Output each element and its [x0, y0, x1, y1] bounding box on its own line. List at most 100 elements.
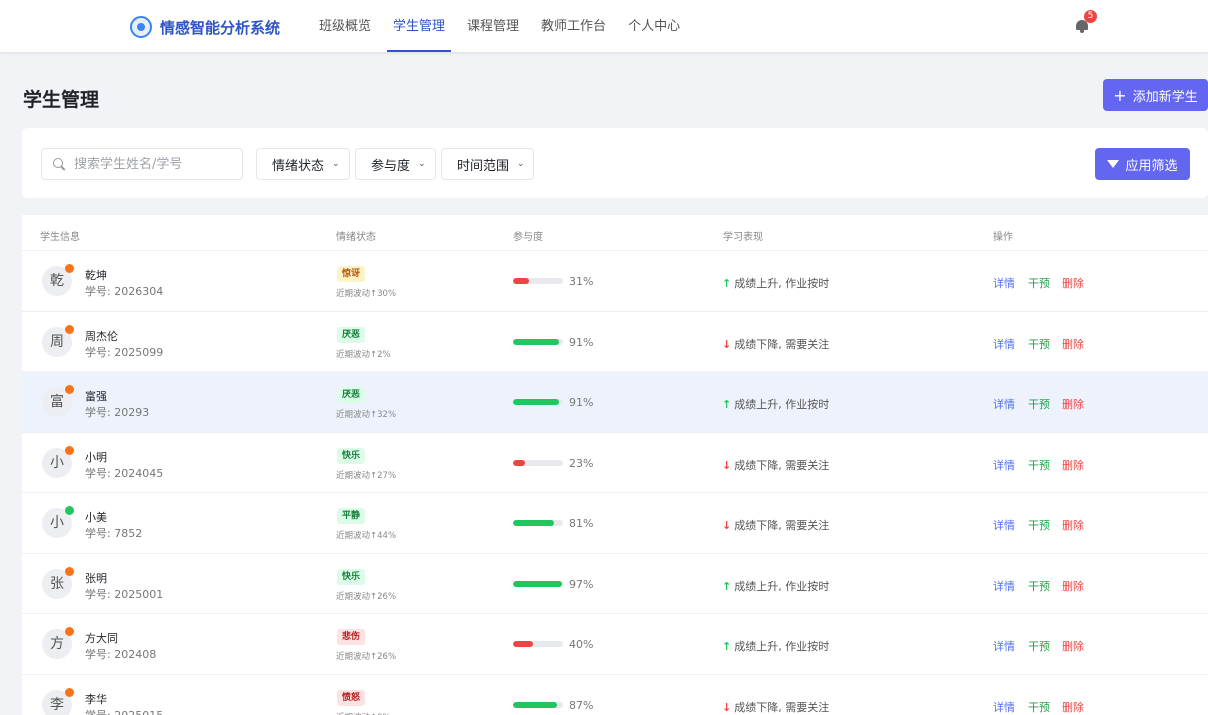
table-row[interactable]: 李李华学号: 2025015愤怒近期波动↑9%87%↓成绩下降, 需要关注详情干…	[22, 675, 1208, 715]
performance: ↑ 成绩上升, 作业按时	[722, 275, 829, 291]
delete-link[interactable]: 删除	[1062, 396, 1084, 412]
student-name: 李华	[85, 692, 107, 706]
chevron-down-icon: ⌄	[332, 159, 340, 169]
student-name: 周杰伦	[85, 329, 118, 343]
intervene-link[interactable]: 干预	[1028, 699, 1050, 715]
engagement-percent: 87%	[569, 698, 594, 712]
emotion-select-label: 情绪状态	[272, 158, 325, 174]
emotion-wave: 近期波动↑9%	[336, 711, 391, 715]
engagement-percent: 31%	[569, 275, 594, 288]
trend-up-icon: ↑	[722, 398, 732, 411]
emotion-badge: 平静	[337, 508, 366, 524]
performance-text: 成绩下降, 需要关注	[734, 337, 830, 351]
intervene-link[interactable]: 干预	[1028, 517, 1050, 533]
trend-down-icon: ↓	[722, 337, 732, 351]
chevron-down-icon: ⌄	[517, 159, 525, 169]
emotion-badge: 惊讶	[337, 266, 366, 282]
delete-link[interactable]: 删除	[1062, 336, 1084, 352]
nav-item[interactable]: 班级概览	[319, 0, 371, 52]
trend-up-icon: ↑	[722, 277, 732, 290]
table-row[interactable]: 方方大同 学号: 202408 悲伤 近期波动↑26% 40% ↑ 成绩上升, 作业按时 详情…	[22, 614, 1208, 675]
add-student-button[interactable]: + 添加新学生	[1103, 79, 1208, 111]
brand[interactable]: 情感智能分析系统	[130, 14, 280, 40]
performance: ↑ 成绩上升, 作业按时	[722, 638, 829, 654]
engagement-fill	[513, 641, 533, 647]
filter-icon	[1107, 160, 1120, 168]
engagement-select[interactable]: 参与度 ⌄	[355, 148, 436, 180]
nav-item[interactable]: 教师工作台	[541, 0, 606, 52]
detail-link[interactable]: 详情	[993, 457, 1015, 473]
performance-text: 成绩下降, 需要关注	[734, 519, 830, 532]
engagement-fill	[513, 459, 525, 466]
student-name: 富强	[85, 390, 107, 403]
performance: ↓ 成绩下降, 需要关注	[722, 336, 829, 352]
engagement-bar	[513, 278, 563, 284]
delete-link[interactable]: 删除	[1062, 517, 1084, 533]
col-emotion: 情绪状态	[336, 232, 376, 243]
delete-link[interactable]: 删除	[1062, 275, 1084, 291]
trend-up-icon: ↑	[722, 579, 732, 593]
delete-link[interactable]: 删除	[1062, 638, 1084, 654]
detail-link[interactable]: 详情	[993, 336, 1015, 352]
intervene-link[interactable]: 干预	[1028, 396, 1050, 412]
student-id: 学号: 20293	[85, 406, 150, 419]
delete-link[interactable]: 删除	[1062, 578, 1084, 594]
intervene-link[interactable]: 干预	[1028, 275, 1050, 291]
engagement-bar	[513, 701, 563, 708]
detail-link[interactable]: 详情	[993, 638, 1015, 654]
engagement-fill	[513, 701, 557, 708]
emotion-wave: 近期波动↑32%	[336, 410, 397, 420]
emotion-badge: 厌恶	[337, 326, 366, 343]
search-box	[41, 148, 243, 180]
student-table: 学生信息 情绪状态 参与度 学习表现 操作 乾乾坤 学号: 2026304 惊讶 近期…	[22, 215, 1208, 715]
logo-icon	[130, 16, 152, 38]
search-icon	[53, 157, 66, 171]
status-dot	[65, 385, 74, 394]
table-row[interactable]: 富富强 学号: 20293 厌恶 近期波动↑32% 91% ↑ 成绩上升, 作业按时 详情 干预…	[22, 372, 1208, 433]
engagement-percent: 40%	[569, 638, 594, 651]
detail-link[interactable]: 详情	[993, 699, 1015, 715]
search-input[interactable]	[74, 156, 234, 172]
performance-text: 成绩下降, 需要关注	[734, 458, 830, 472]
engagement-percent: 91%	[569, 335, 594, 349]
detail-link[interactable]: 详情	[993, 517, 1015, 533]
delete-link[interactable]: 删除	[1062, 457, 1084, 473]
apply-filter-button[interactable]: 应用筛选	[1095, 148, 1190, 180]
intervene-link[interactable]: 干预	[1028, 578, 1050, 594]
engagement-fill	[513, 278, 529, 284]
engagement-percent: 23%	[569, 456, 594, 470]
engagement-select-label: 参与度	[371, 158, 411, 174]
col-engagement: 参与度	[513, 232, 543, 243]
engagement-bar	[513, 520, 563, 526]
trend-down-icon: ↓	[722, 519, 732, 532]
detail-link[interactable]: 详情	[993, 275, 1015, 291]
engagement-bar	[513, 641, 563, 647]
engagement-bar	[513, 580, 563, 587]
nav-item[interactable]: 学生管理	[387, 0, 452, 52]
table-row[interactable]: 小小明 学号: 2024045 快乐 近期波动↑27% 23% ↓ 成绩下降, 需要关注 详情…	[22, 433, 1208, 493]
intervene-link[interactable]: 干预	[1028, 336, 1050, 352]
table-row[interactable]: 周周杰伦 学号: 2025099 厌恶 近期波动↑2% 91% ↓ 成绩下降, 需要关注 详情…	[22, 312, 1208, 372]
performance-text: 成绩上升, 作业按时	[734, 277, 830, 290]
table-header: 学生信息 情绪状态 参与度 学习表现 操作	[22, 215, 1208, 251]
emotion-wave: 近期波动↑26%	[336, 591, 397, 602]
detail-link[interactable]: 详情	[993, 578, 1015, 594]
status-dot	[65, 627, 74, 636]
nav-item[interactable]: 课程管理	[467, 0, 519, 52]
chevron-down-icon: ⌄	[418, 159, 426, 169]
plus-icon: +	[1113, 85, 1127, 105]
emotion-select[interactable]: 情绪状态 ⌄	[256, 148, 350, 180]
delete-link[interactable]: 删除	[1062, 699, 1084, 715]
time-range-select[interactable]: 时间范围 ⌄	[441, 148, 534, 180]
intervene-link[interactable]: 干预	[1028, 457, 1050, 473]
status-dot	[65, 324, 74, 334]
emotion-wave: 近期波动↑27%	[336, 470, 397, 481]
emotion-badge: 快乐	[337, 568, 366, 585]
table-row[interactable]: 乾乾坤 学号: 2026304 惊讶 近期波动↑30% 31% ↑ 成绩上升, 作业按时 详情…	[22, 251, 1208, 312]
emotion-wave: 近期波动↑26%	[336, 652, 397, 662]
table-row[interactable]: 小小美 学号: 7852 平静 近期波动↑44% 81% ↓ 成绩下降, 需要关注 详情 干预删…	[22, 493, 1208, 554]
nav-item[interactable]: 个人中心	[628, 0, 680, 52]
intervene-link[interactable]: 干预	[1028, 638, 1050, 654]
table-row[interactable]: 张张明 学号: 2025001 快乐 近期波动↑26% 97% ↑ 成绩上升, 作业按时 详情…	[22, 554, 1208, 614]
detail-link[interactable]: 详情	[993, 396, 1015, 412]
